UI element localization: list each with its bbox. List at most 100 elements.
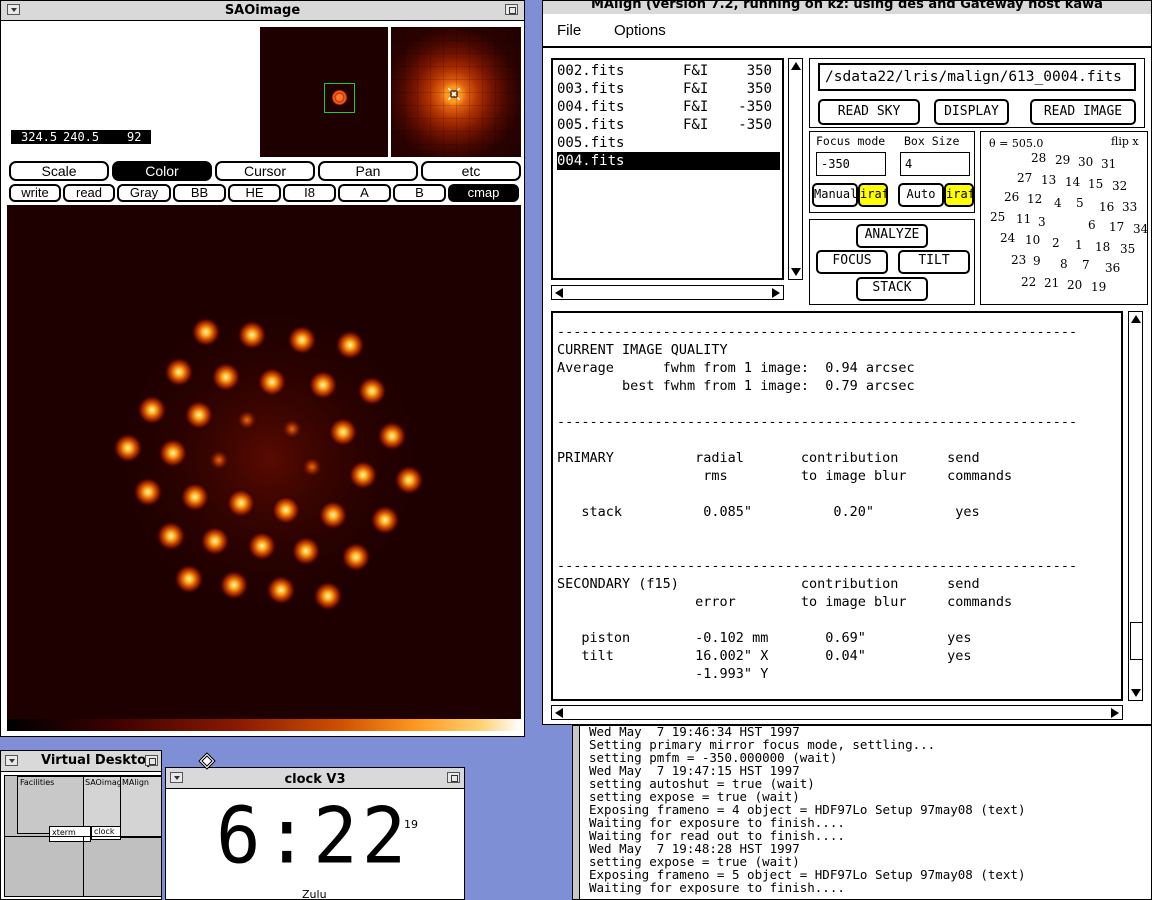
vd-malign-window[interactable]: MAlign — [120, 776, 161, 838]
box-iraf-button[interactable]: iraf — [944, 183, 975, 207]
segment-29[interactable]: 29 — [1055, 153, 1070, 167]
scroll-up-icon[interactable] — [1131, 315, 1141, 323]
segment-33[interactable]: 33 — [1122, 200, 1137, 214]
segment-12[interactable]: 12 — [1027, 192, 1042, 206]
file-list[interactable]: 002.fits F&I 350 003.fits F&I 350 004.fits… — [551, 58, 784, 280]
scroll-left-icon[interactable] — [555, 288, 563, 298]
maximize-icon[interactable] — [447, 772, 460, 783]
focus-iraf-button[interactable]: iraf — [858, 183, 889, 207]
segment-19[interactable]: 19 — [1091, 280, 1106, 294]
file-list-item[interactable]: 003.fits F&I 350 — [557, 80, 780, 98]
xterm-window[interactable]: Wed May 7 19:46:34 HST 1997 Setting prima… — [572, 725, 1152, 900]
scroll-right-icon[interactable] — [772, 288, 780, 298]
segment-28[interactable]: 28 — [1031, 151, 1046, 165]
segment-20[interactable]: 20 — [1067, 278, 1082, 292]
segment-36[interactable]: 36 — [1105, 261, 1120, 275]
cmap-b-button[interactable]: B — [393, 184, 446, 202]
segment-18[interactable]: 18 — [1095, 240, 1110, 254]
flip-label[interactable]: flip x — [1111, 135, 1139, 148]
cmap-bb-button[interactable]: BB — [173, 184, 226, 202]
file-list-vscroll[interactable] — [788, 58, 803, 280]
scroll-right-icon[interactable] — [1111, 708, 1119, 718]
segment-9[interactable]: 9 — [1033, 254, 1041, 268]
file-list-item[interactable]: 004.fits F&I -350 — [557, 98, 780, 116]
box-size-field[interactable]: 4 — [900, 152, 970, 176]
stack-button[interactable]: STACK — [856, 277, 928, 301]
clock-titlebar[interactable]: clock V3 — [166, 768, 464, 789]
read-image-button[interactable]: READ IMAGE — [1030, 99, 1136, 125]
output-hscroll[interactable] — [551, 705, 1123, 720]
segment-2[interactable]: 2 — [1052, 236, 1060, 250]
file-list-hscroll[interactable] — [551, 285, 784, 300]
file-menu[interactable]: File — [557, 22, 581, 39]
output-vscroll[interactable] — [1128, 311, 1143, 701]
segment-1[interactable]: 1 — [1075, 238, 1083, 252]
file-list-item[interactable]: 005.fits F&I -350 — [557, 116, 780, 134]
window-menu-icon[interactable] — [7, 4, 20, 15]
tilt-button[interactable]: TILT — [898, 250, 970, 274]
segment-23[interactable]: 23 — [1011, 253, 1026, 267]
analyze-button[interactable]: ANALYZE — [856, 224, 928, 248]
maximize-icon[interactable] — [145, 755, 158, 766]
file-list-item[interactable]: 004.fits — [557, 152, 780, 170]
segment-25[interactable]: 25 — [990, 210, 1005, 224]
options-menu[interactable]: Options — [614, 22, 666, 39]
menu-pan-button[interactable]: Pan — [318, 161, 418, 181]
panner-view[interactable] — [260, 27, 388, 157]
vd-clock-window[interactable]: clock — [91, 826, 121, 840]
segment-6[interactable]: 6 — [1088, 218, 1096, 232]
cmap-a-button[interactable]: A — [338, 184, 391, 202]
segment-21[interactable]: 21 — [1044, 276, 1059, 290]
vd-pager[interactable]: Facilities SAOimage MAlign xterm clock — [4, 775, 161, 897]
scroll-down-icon[interactable] — [1131, 689, 1141, 697]
cmap-he-button[interactable]: HE — [228, 184, 281, 202]
manual-button[interactable]: Manual — [812, 183, 858, 207]
cmap-i8-button[interactable]: I8 — [283, 184, 336, 202]
segment-15[interactable]: 15 — [1088, 177, 1103, 191]
segment-31[interactable]: 31 — [1101, 157, 1116, 171]
read-sky-button[interactable]: READ SKY — [818, 99, 920, 125]
window-menu-icon[interactable] — [5, 755, 18, 766]
menu-cursor-button[interactable]: Cursor — [215, 161, 315, 181]
segment-24[interactable]: 24 — [1000, 231, 1015, 245]
path-field[interactable]: /sdata22/lris/malign/613_0004.fits — [818, 63, 1136, 91]
segment-30[interactable]: 30 — [1078, 155, 1093, 169]
scroll-down-icon[interactable] — [791, 268, 801, 276]
cmap-cmap-button[interactable]: cmap — [448, 184, 519, 202]
segment-32[interactable]: 32 — [1112, 179, 1127, 193]
maximize-icon[interactable] — [505, 4, 518, 15]
segment-22[interactable]: 22 — [1021, 275, 1036, 289]
vd-xterm-window[interactable]: xterm — [49, 826, 91, 842]
segment-17[interactable]: 17 — [1109, 220, 1124, 234]
vd-titlebar[interactable]: Virtual Desktop — [1, 751, 161, 772]
focus-button[interactable]: FOCUS — [816, 250, 888, 274]
cmap-gray-button[interactable]: Gray — [117, 184, 171, 202]
focus-value-field[interactable]: -350 — [816, 152, 886, 176]
output-scroll-thumb[interactable] — [1130, 622, 1143, 660]
segment-map[interactable]: θ = 505.0 flip x 1 2 3 4 5 6 7 8 9 10 11 12 13 14 15 16… — [980, 131, 1148, 305]
segment-34[interactable]: 34 — [1133, 222, 1148, 236]
segment-5[interactable]: 5 — [1076, 196, 1084, 210]
segment-27[interactable]: 27 — [1017, 171, 1032, 185]
malign-titlebar[interactable]: MAlign (version 7.2, running on kz: usin… — [543, 1, 1151, 15]
segment-16[interactable]: 16 — [1099, 200, 1114, 214]
segment-8[interactable]: 8 — [1060, 257, 1068, 271]
segment-35[interactable]: 35 — [1120, 242, 1135, 256]
menu-color-button[interactable]: Color — [112, 161, 212, 181]
segment-13[interactable]: 13 — [1041, 173, 1056, 187]
desktop-diamond-icon[interactable] — [198, 752, 216, 770]
cmap-read-button[interactable]: read — [63, 184, 115, 202]
file-list-item[interactable]: 002.fits F&I 350 — [557, 62, 780, 80]
segment-3[interactable]: 3 — [1038, 215, 1046, 229]
segment-11[interactable]: 11 — [1016, 212, 1031, 226]
file-list-item[interactable]: 005.fits — [557, 134, 780, 152]
display-button[interactable]: DISPLAY — [934, 99, 1009, 125]
segment-10[interactable]: 10 — [1025, 233, 1040, 247]
segment-26[interactable]: 26 — [1004, 190, 1019, 204]
window-menu-icon[interactable] — [170, 772, 183, 783]
menu-scale-button[interactable]: Scale — [9, 161, 109, 181]
cmap-write-button[interactable]: write — [9, 184, 61, 202]
scroll-left-icon[interactable] — [555, 708, 563, 718]
saoimage-titlebar[interactable]: SAOimage — [1, 1, 524, 21]
segment-4[interactable]: 4 — [1054, 196, 1062, 210]
